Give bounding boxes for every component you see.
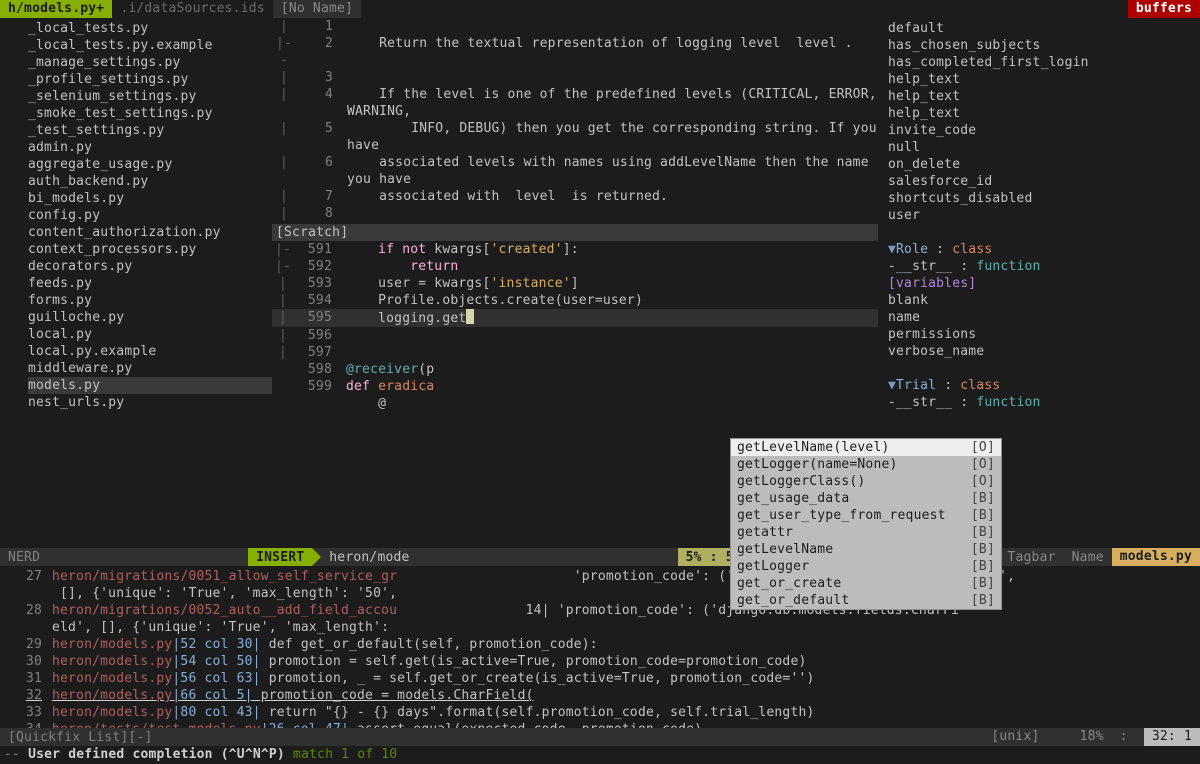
- completion-item[interactable]: getLevelName(level)[O]: [731, 439, 1001, 456]
- completion-item[interactable]: getLevelName[B]: [731, 541, 1001, 558]
- qf-percent: 18%: [1080, 729, 1104, 744]
- qf-position: 32: 1: [1144, 728, 1200, 746]
- tag-item[interactable]: has_chosen_subjects: [888, 37, 1200, 54]
- file-item[interactable]: _manage_settings.py: [28, 54, 272, 71]
- tag-item[interactable]: null: [888, 139, 1200, 156]
- quickfix-item[interactable]: 33heron/models.py|80 col 43| return "{} …: [0, 704, 1200, 721]
- file-item[interactable]: local.py.example: [28, 343, 272, 360]
- file-item[interactable]: _test_settings.py: [28, 122, 272, 139]
- tag-item[interactable]: default: [888, 20, 1200, 37]
- tag-item[interactable]: help_text: [888, 71, 1200, 88]
- status-file: models.py: [1112, 548, 1200, 566]
- tag-item[interactable]: -__str__ : function: [888, 394, 1200, 411]
- completion-item[interactable]: getattr[B]: [731, 524, 1001, 541]
- file-item[interactable]: _profile_settings.py: [28, 71, 272, 88]
- encoding-label: [unix]: [991, 729, 1039, 744]
- completion-item[interactable]: getLogger(name=None)[O]: [731, 456, 1001, 473]
- tag-class-header[interactable]: ▼Trial : class: [888, 377, 1200, 394]
- completion-item[interactable]: get_user_type_from_request[B]: [731, 507, 1001, 524]
- file-item[interactable]: nest_urls.py: [28, 394, 272, 411]
- file-item[interactable]: _local_tests.py: [28, 20, 272, 37]
- completion-item[interactable]: get_or_create[B]: [731, 575, 1001, 592]
- quickfix-item[interactable]: 27heron/migrations/0051_allow_self_servi…: [0, 568, 1200, 585]
- file-item[interactable]: config.py: [28, 207, 272, 224]
- command-line[interactable]: -- User defined completion (^U^N^P) matc…: [0, 746, 1200, 764]
- status-path: heron/mode: [321, 548, 417, 566]
- tag-item[interactable]: invite_code: [888, 122, 1200, 139]
- tab-3[interactable]: [No Name]: [273, 0, 361, 18]
- tag-item[interactable]: name: [888, 309, 1200, 326]
- tab-bar: h/models.py+ .i/dataSources.ids [No Name…: [0, 0, 1200, 18]
- scratch-header: [Scratch]: [272, 224, 878, 241]
- editor-pane[interactable]: |1|--2 Return the textual representation…: [272, 18, 878, 548]
- file-item[interactable]: decorators.py: [28, 258, 272, 275]
- file-item[interactable]: local.py: [28, 326, 272, 343]
- status-line: NERD INSERT heron/mode 5% : 595: 13 Tagb…: [0, 548, 1200, 566]
- file-item[interactable]: guilloche.py: [28, 309, 272, 326]
- quickfix-item[interactable]: eld', [], {'unique': 'True', 'max_length…: [0, 619, 1200, 636]
- file-item[interactable]: admin.py: [28, 139, 272, 156]
- file-item[interactable]: content_authorization.py: [28, 224, 272, 241]
- nerd-label: NERD: [0, 548, 48, 566]
- quickfix-item[interactable]: 32heron/models.py|66 col 5| promotion_co…: [0, 687, 1200, 704]
- file-item[interactable]: auth_backend.py: [28, 173, 272, 190]
- tag-item[interactable]: shortcuts_disabled: [888, 190, 1200, 207]
- file-item[interactable]: feeds.py: [28, 275, 272, 292]
- tag-item[interactable]: help_text: [888, 105, 1200, 122]
- file-tree[interactable]: _local_tests.py_local_tests.py.example_m…: [0, 18, 272, 548]
- file-item[interactable]: context_processors.py: [28, 241, 272, 258]
- quickfix-item[interactable]: 31heron/models.py|56 col 63| promotion, …: [0, 670, 1200, 687]
- quickfix-title: [Quickfix List][-]: [0, 728, 160, 746]
- quickfix-item[interactable]: [], {'unique': 'True', 'max_length': '50…: [0, 585, 1200, 602]
- tag-item[interactable]: [variables]: [888, 275, 1200, 292]
- file-item[interactable]: _local_tests.py.example: [28, 37, 272, 54]
- tag-item[interactable]: salesforce_id: [888, 173, 1200, 190]
- file-item[interactable]: bi_models.py: [28, 190, 272, 207]
- tag-item[interactable]: on_delete: [888, 156, 1200, 173]
- quickfix-status: [Quickfix List][-] [unix] 18% : 32: 1: [0, 728, 1200, 746]
- file-item[interactable]: aggregate_usage.py: [28, 156, 272, 173]
- file-item[interactable]: middleware.py: [28, 360, 272, 377]
- tab-2[interactable]: .i/dataSources.ids: [112, 0, 272, 18]
- file-item[interactable]: _selenium_settings.py: [28, 88, 272, 105]
- completion-item[interactable]: getLogger[B]: [731, 558, 1001, 575]
- tag-class-header[interactable]: ▼Role : class: [888, 241, 1200, 258]
- tag-item[interactable]: user: [888, 207, 1200, 224]
- tag-item[interactable]: -__str__ : function: [888, 258, 1200, 275]
- completion-item[interactable]: get_or_default[B]: [731, 592, 1001, 609]
- quickfix-item[interactable]: 30heron/models.py|54 col 50| promotion =…: [0, 653, 1200, 670]
- tab-active[interactable]: h/models.py+: [0, 0, 112, 18]
- buffers-button[interactable]: buffers: [1128, 0, 1200, 18]
- tag-item[interactable]: verbose_name: [888, 343, 1200, 360]
- tagbar-label: Tagbar: [999, 548, 1063, 566]
- quickfix-item[interactable]: 29heron/models.py|52 col 30| def get_or_…: [0, 636, 1200, 653]
- file-item[interactable]: _smoke_test_settings.py: [28, 105, 272, 122]
- tag-item[interactable]: help_text: [888, 88, 1200, 105]
- completion-popup[interactable]: getLevelName(level)[O]getLogger(name=Non…: [730, 438, 1002, 610]
- chevron-right-icon: [312, 548, 321, 566]
- completion-item[interactable]: get_usage_data[B]: [731, 490, 1001, 507]
- quickfix-list[interactable]: 27heron/migrations/0051_allow_self_servi…: [0, 566, 1200, 728]
- tag-item[interactable]: blank: [888, 292, 1200, 309]
- quickfix-item[interactable]: 28heron/migrations/0052_auto__add_field_…: [0, 602, 1200, 619]
- completion-item[interactable]: getLoggerClass()[O]: [731, 473, 1001, 490]
- file-item[interactable]: forms.py: [28, 292, 272, 309]
- quickfix-item[interactable]: 34heron/tests/test_models.py|26 col 47| …: [0, 721, 1200, 728]
- file-item[interactable]: models.py: [28, 377, 272, 394]
- tag-item[interactable]: permissions: [888, 326, 1200, 343]
- mode-indicator: INSERT: [248, 548, 312, 566]
- tag-item[interactable]: has_completed_first_login: [888, 54, 1200, 71]
- name-label: Name: [1064, 548, 1112, 566]
